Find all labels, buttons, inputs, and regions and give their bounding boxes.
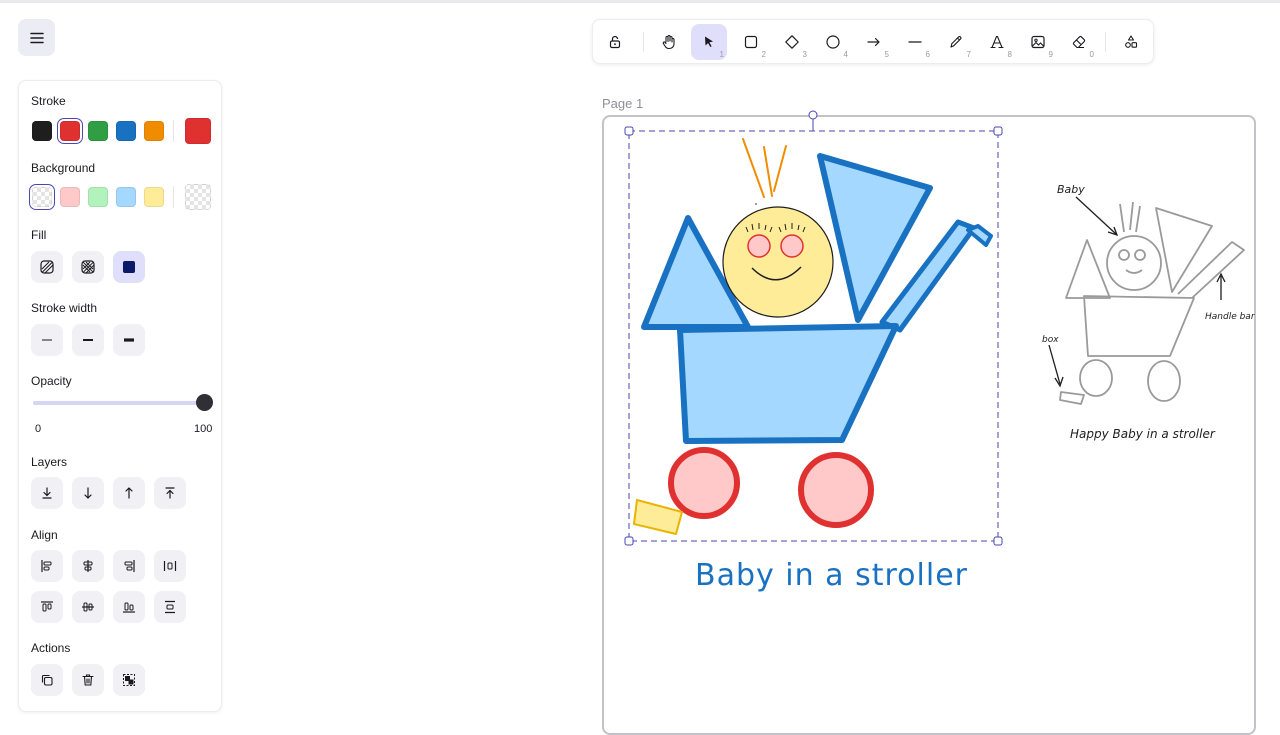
sketch-label-baby: Baby (1057, 183, 1085, 196)
rotation-handle[interactable] (808, 110, 818, 120)
yellow-box[interactable] (633, 499, 683, 535)
stroller-wheel-left[interactable] (668, 447, 740, 519)
resize-handle-se[interactable] (993, 536, 1003, 546)
resize-handle-nw[interactable] (624, 126, 634, 136)
sketch-label-title: Happy Baby in a stroller (1070, 427, 1216, 441)
sketch-label-box: box (1042, 335, 1059, 345)
stroller-basket[interactable] (677, 323, 899, 444)
reference-sketch[interactable] (1059, 201, 1245, 405)
hair-strokes (742, 138, 787, 198)
baby-face[interactable] (722, 203, 834, 318)
sketch-label-handle: Handle bar (1205, 312, 1256, 322)
drawing-canvas[interactable]: Baby Handle bar box Happy Baby in a stro… (0, 0, 1280, 720)
resize-handle-sw[interactable] (624, 536, 634, 546)
stroller-wheel-right[interactable] (798, 452, 874, 528)
resize-handle-ne[interactable] (993, 126, 1003, 136)
drawing-caption[interactable]: Baby in a stroller (695, 558, 968, 593)
